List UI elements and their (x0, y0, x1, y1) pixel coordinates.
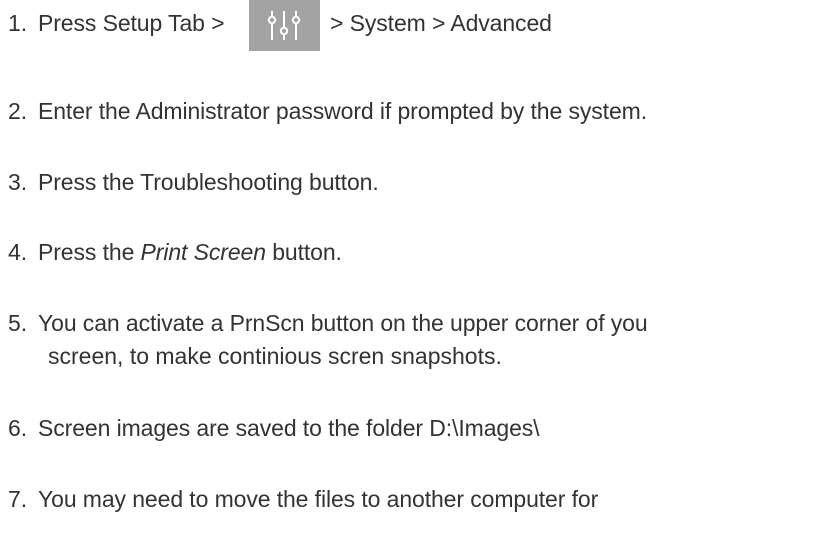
step-5: 5. You can activate a PrnScn button on th… (8, 308, 648, 339)
step-7: 7. You may need to move the files to anot… (8, 484, 598, 515)
step-number: 3. (8, 169, 27, 195)
step-3: 3. Press the Troubleshooting button. (8, 167, 379, 198)
step-1-text-after: > System > Advanced (330, 10, 552, 36)
step-2-text: Enter the Administrator password if prom… (38, 98, 647, 124)
step-3-text: Press the Troubleshooting button. (38, 169, 379, 195)
step-6: 6. Screen images are saved to the folder … (8, 413, 540, 444)
step-1: 1. Press Setup Tab > (8, 8, 225, 39)
step-4-text-before: Press the (38, 239, 141, 265)
step-number: 5. (8, 310, 27, 336)
step-number: 4. (8, 239, 27, 265)
step-1-text-before: Press Setup Tab > (38, 10, 225, 36)
step-number: 2. (8, 98, 27, 124)
step-number: 7. (8, 486, 27, 512)
step-5-line-2: screen, to make continious scren snapsho… (48, 343, 502, 369)
instruction-list: 1. Press Setup Tab > > System > Advanced … (0, 0, 836, 560)
settings-sliders-icon (249, 0, 320, 51)
step-4-text-after: button. (265, 239, 342, 265)
step-5-line-1: You can activate a PrnScn button on the … (38, 310, 648, 336)
step-5-continuation: screen, to make continious scren snapsho… (48, 341, 502, 372)
step-1-text-after-wrap: > System > Advanced (330, 8, 552, 39)
step-6-text: Screen images are saved to the folder D:… (38, 415, 540, 441)
step-4-text-italic: Print Screen (140, 239, 266, 265)
step-4: 4. Press the Print Screen button. (8, 237, 342, 268)
step-number: 1. (8, 10, 27, 36)
step-7-text: You may need to move the files to anothe… (38, 486, 599, 512)
step-2: 2. Enter the Administrator password if pr… (8, 96, 647, 127)
step-number: 6. (8, 415, 27, 441)
